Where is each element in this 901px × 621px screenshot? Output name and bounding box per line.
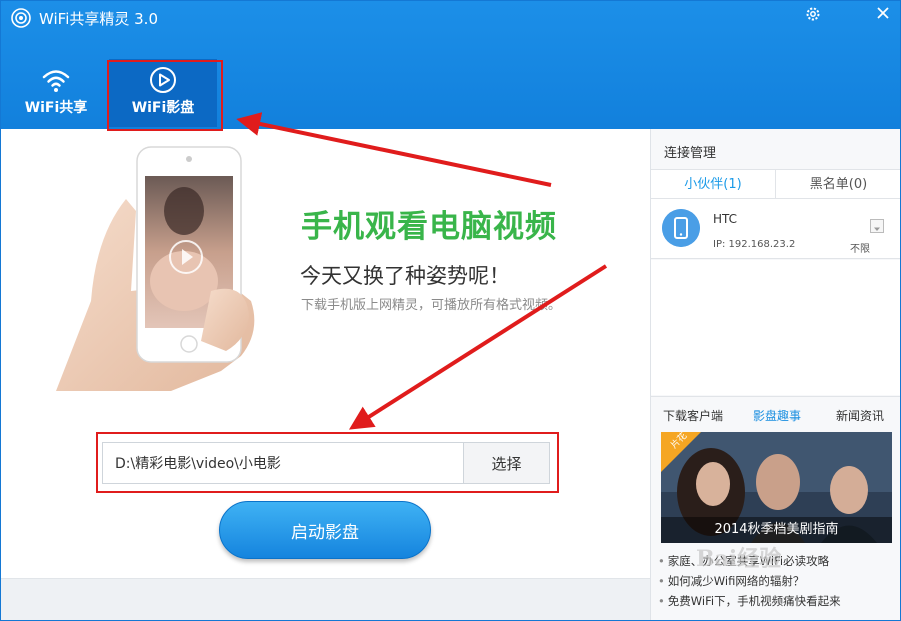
arrow-to-tab [236, 112, 552, 187]
close-icon [877, 7, 889, 19]
device-speed-limit: 不限 [850, 244, 870, 255]
tab-disk-fun[interactable]: 影盘趣事 [753, 407, 801, 424]
tab-partners[interactable]: 小伙伴(1) [651, 170, 776, 199]
device-ip: IP: 192.168.23.2 [713, 239, 796, 250]
wifi-icon [42, 70, 70, 92]
news-item[interactable]: • 免费WiFi下，手机视频痛快看起来 [658, 591, 898, 611]
hero-description: 下载手机版上网精灵，可播放所有格式视频。 [301, 298, 562, 313]
hero-subtitle: 今天又换了种姿势呢！ [300, 264, 510, 288]
banner-caption: 2014秋季档美剧指南 [661, 517, 892, 543]
device-list-empty-area [651, 260, 900, 395]
close-button[interactable] [870, 3, 896, 25]
left-footer [1, 578, 650, 620]
app-window: WiFi共享精灵 3.0 WiFi共享 WiFi影盘 手机观看电脑视频 今天又换… [0, 0, 901, 621]
tab-blacklist[interactable]: 黑名单(0) [776, 170, 900, 199]
tab-download-client[interactable]: 下载客户端 [663, 407, 723, 424]
device-name: HTC [713, 212, 738, 226]
device-dropdown[interactable] [870, 219, 884, 233]
panel-title: 连接管理 [664, 146, 717, 161]
connection-tabs: 小伙伴(1) 黑名单(0) [651, 169, 900, 199]
annotation-box-path [96, 432, 559, 493]
settings-button[interactable] [800, 3, 826, 25]
watermark: Bai经验 [696, 546, 782, 572]
tab-wifi-share[interactable]: WiFi共享 [2, 59, 110, 127]
news-banner[interactable]: 片花 2014秋季档美剧指南 [661, 432, 892, 543]
hero-title: 手机观看电脑视频 [301, 209, 557, 245]
chevron-down-icon [874, 227, 880, 231]
tab-news[interactable]: 新闻资讯 [836, 407, 884, 424]
arrow-to-path [348, 264, 608, 430]
app-logo-icon [11, 8, 31, 28]
app-title: WiFi共享精灵 3.0 [39, 10, 158, 28]
banner-tag: 片花 [661, 432, 701, 472]
news-tabs: 下载客户端 影盘趣事 新闻资讯 [651, 396, 900, 431]
gear-icon [806, 7, 820, 21]
news-item-text: 免费WiFi下，手机视频痛快看起来 [667, 594, 841, 608]
phone-illustration [56, 146, 255, 391]
start-disk-button[interactable]: 启动影盘 [219, 501, 431, 559]
tab-wifi-share-label: WiFi共享 [24, 100, 88, 116]
phone-icon [662, 209, 700, 247]
device-row[interactable]: HTC IP: 192.168.23.2 不限 [651, 199, 900, 259]
annotation-box-tab [107, 60, 223, 131]
